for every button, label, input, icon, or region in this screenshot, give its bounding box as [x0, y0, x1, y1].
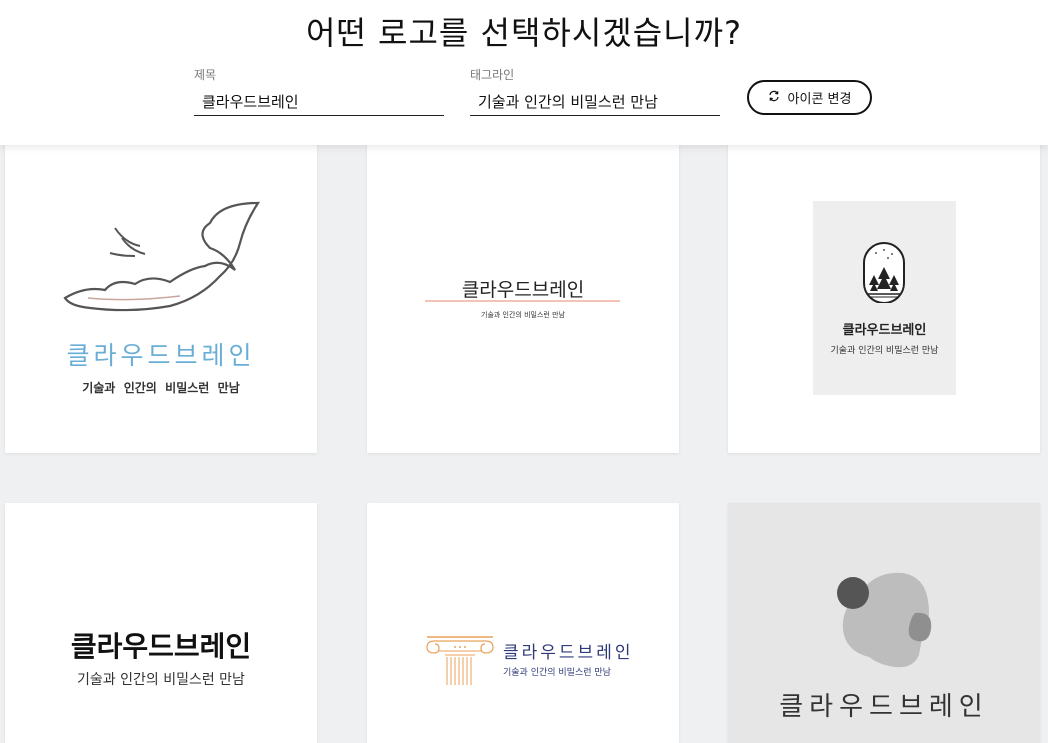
logo-card-5[interactable]: 클라우드브레인 기술과 인간의 비밀스런 만남 — [367, 503, 679, 743]
logo-card-2[interactable]: 클라우드브레인 기술과 인간의 비밀스런 만남 — [367, 143, 679, 453]
tagline-field-label: 태그라인 — [470, 68, 515, 82]
logo-1-tagline: 기술과 인간의 비밀스런 만남 — [82, 381, 240, 395]
logo-card-4[interactable]: 클라우드브레인 기술과 인간의 비밀스런 만남 — [5, 503, 317, 743]
column-capital-icon — [426, 636, 494, 685]
tagline-field: 태그라인 — [470, 66, 720, 116]
header: 어떤 로고를 선택하시겠습니까? 제목 태그라인 아이콘 변경 — [0, 0, 1048, 145]
bird-icon — [63, 201, 261, 312]
change-icon-label: 아이콘 변경 — [787, 92, 852, 107]
logo-6-name: 클라우드브레인 — [779, 692, 989, 722]
refresh-icon — [768, 90, 780, 106]
underline-accent — [425, 300, 620, 302]
logo-5-name: 클라우드브레인 — [503, 643, 634, 663]
logo-3-panel: 클라우드브레인 기술과 인간의 비밀스런 만남 — [813, 201, 956, 395]
title-input[interactable] — [194, 89, 444, 116]
logo-3-tagline: 기술과 인간의 비밀스런 만남 — [830, 346, 939, 356]
page-title: 어떤 로고를 선택하시겠습니까? — [305, 14, 743, 52]
title-field-label: 제목 — [194, 68, 217, 82]
logo-3-name: 클라우드브레인 — [842, 323, 927, 338]
logo-card-1[interactable]: 클라우드브레인 기술과 인간의 비밀스런 만남 — [5, 143, 317, 453]
logo-card-6[interactable]: 클라우드브레인 — [728, 503, 1040, 743]
logo-4-name: 클라우드브레인 — [70, 630, 252, 663]
change-icon-button[interactable]: 아이콘 변경 — [747, 80, 872, 115]
head-silhouette-icon — [837, 572, 932, 668]
title-field: 제목 — [194, 66, 444, 116]
logo-4-tagline: 기술과 인간의 비밀스런 만남 — [77, 672, 245, 688]
forest-badge-icon — [863, 242, 905, 303]
logo-1-name: 클라우드브레인 — [66, 341, 256, 370]
logo-card-3[interactable]: 클라우드브레인 기술과 인간의 비밀스런 만남 — [728, 143, 1040, 453]
logo-5-tagline: 기술과 인간의 비밀스런 만남 — [503, 668, 611, 678]
tagline-input[interactable] — [470, 89, 720, 116]
logo-2-name: 클라우드브레인 — [461, 279, 585, 301]
logo-2-tagline: 기술과 인간의 비밀스런 만남 — [481, 311, 565, 319]
